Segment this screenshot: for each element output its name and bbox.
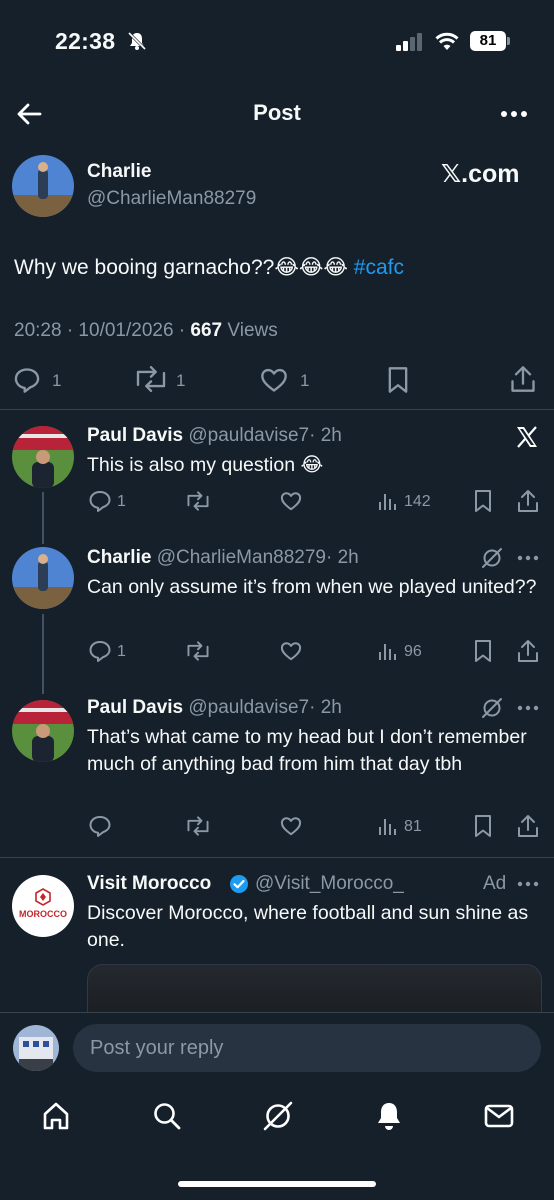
reply-author-name[interactable]: Paul Davis: [87, 697, 183, 718]
reply-author-name[interactable]: Paul Davis: [87, 425, 183, 446]
reply-header: Paul Davis @pauldavise7· 2h: [87, 697, 342, 719]
author-handle[interactable]: @CharlieMan88279: [87, 188, 256, 210]
post-timestamp: 20:28 · 10/01/2026 ·: [14, 320, 186, 341]
like-icon[interactable]: [280, 641, 302, 661]
divider: [0, 409, 554, 410]
battery-indicator: 81: [470, 31, 510, 51]
ad-author-name[interactable]: Visit Morocco: [87, 873, 211, 894]
avatar[interactable]: [12, 426, 74, 488]
repost-icon[interactable]: [185, 816, 211, 836]
avatar[interactable]: [12, 155, 74, 217]
avatar[interactable]: [12, 547, 74, 609]
ad-logo[interactable]: MOROCCO: [12, 875, 74, 937]
repost-icon[interactable]: [133, 366, 169, 392]
share-icon[interactable]: [510, 365, 536, 393]
reply-header: Paul Davis @pauldavise7· 2h: [87, 425, 342, 447]
avatar[interactable]: [13, 1025, 59, 1071]
reply-author-handle[interactable]: @CharlieMan88279: [157, 547, 326, 568]
divider: [0, 857, 554, 858]
x-logo-icon[interactable]: [515, 425, 539, 449]
bell-slash-icon: [127, 31, 147, 51]
bookmark-icon[interactable]: [473, 489, 493, 513]
repost-icon[interactable]: [185, 491, 211, 511]
bookmark-icon[interactable]: [473, 639, 493, 663]
reply-icon[interactable]: [13, 367, 41, 393]
verified-badge-icon: [230, 875, 248, 893]
ad-author-handle[interactable]: @Visit_Morocco_: [255, 873, 404, 895]
home-icon[interactable]: [41, 1101, 71, 1131]
repost-count: 1: [176, 371, 186, 390]
post-meta: 20:28 · 10/01/2026 · 667 Views: [14, 320, 278, 342]
views-count[interactable]: 667: [190, 320, 222, 341]
reply-time: · 2h: [309, 425, 342, 446]
reply-author-name[interactable]: Charlie: [87, 547, 151, 568]
notifications-icon[interactable]: [374, 1100, 404, 1132]
views-icon[interactable]: [377, 640, 397, 662]
like-count: 1: [300, 371, 310, 390]
reply-author-handle[interactable]: @pauldavise7: [188, 425, 309, 446]
more-icon[interactable]: [517, 705, 539, 711]
grok-icon[interactable]: [262, 1100, 294, 1132]
search-icon[interactable]: [152, 1101, 182, 1131]
share-icon[interactable]: [517, 814, 539, 838]
ad-logo-text: MOROCCO: [19, 909, 67, 919]
views-count: 81: [404, 818, 422, 835]
ad-label: Ad: [483, 873, 507, 894]
grok-icon[interactable]: [481, 697, 503, 719]
post-body: Why we booing garnacho??😂😂😂: [14, 256, 348, 279]
views-label: Views: [227, 320, 278, 341]
reply-text: That’s what came to my head but I don’t …: [87, 726, 527, 775]
reply-text: This is also my question 😂: [87, 454, 324, 476]
hashtag-link[interactable]: #cafc: [354, 256, 404, 279]
reply-input-placeholder: Post your reply: [90, 1037, 224, 1059]
like-icon[interactable]: [280, 816, 302, 836]
reply-count: 1: [117, 643, 126, 660]
post-text: Why we booing garnacho??😂😂😂 #cafc: [14, 253, 404, 283]
cellular-signal-icon: [396, 33, 422, 51]
more-icon[interactable]: [517, 555, 539, 561]
reply-time: · 2h: [325, 547, 359, 568]
reply-author-handle[interactable]: @pauldavise7: [188, 697, 309, 718]
repost-icon[interactable]: [185, 641, 211, 661]
messages-icon[interactable]: [484, 1103, 514, 1129]
reply-icon[interactable]: [88, 640, 112, 662]
views-count: 96: [404, 643, 422, 660]
thread-line: [42, 492, 44, 544]
bookmark-icon[interactable]: [473, 814, 493, 838]
views-icon[interactable]: [377, 490, 397, 512]
avatar[interactable]: [12, 700, 74, 762]
reply-text: Can only assume it’s from when we played…: [87, 576, 537, 598]
more-icon[interactable]: [517, 881, 539, 887]
ad-text: Discover Morocco, where football and sun…: [87, 902, 529, 951]
ad-header: Visit Morocco: [87, 873, 211, 895]
like-icon[interactable]: [260, 367, 288, 393]
reply-count: 1: [52, 371, 62, 390]
page-title: Post: [253, 100, 301, 125]
morocco-emblem-icon: [35, 888, 51, 906]
views-icon[interactable]: [377, 815, 397, 837]
reply-icon[interactable]: [88, 815, 112, 837]
author-name[interactable]: Charlie: [87, 161, 151, 183]
share-icon[interactable]: [517, 489, 539, 513]
reply-header: Charlie @CharlieMan88279· 2h: [87, 547, 359, 569]
bookmark-icon[interactable]: [386, 366, 410, 394]
like-icon[interactable]: [280, 491, 302, 511]
views-count: 142: [404, 493, 431, 510]
x-watermark: 𝕏.com: [441, 160, 520, 188]
grok-icon[interactable]: [481, 547, 503, 569]
status-time: 22:38: [55, 28, 116, 54]
wifi-icon: [435, 32, 459, 50]
thread-line: [42, 614, 44, 694]
more-icon[interactable]: [500, 110, 528, 118]
reply-time: · 2h: [309, 697, 342, 718]
home-indicator: [178, 1181, 376, 1187]
reply-icon[interactable]: [88, 490, 112, 512]
reply-input[interactable]: Post your reply: [73, 1024, 541, 1072]
share-icon[interactable]: [517, 639, 539, 663]
reply-count: 1: [117, 493, 126, 510]
